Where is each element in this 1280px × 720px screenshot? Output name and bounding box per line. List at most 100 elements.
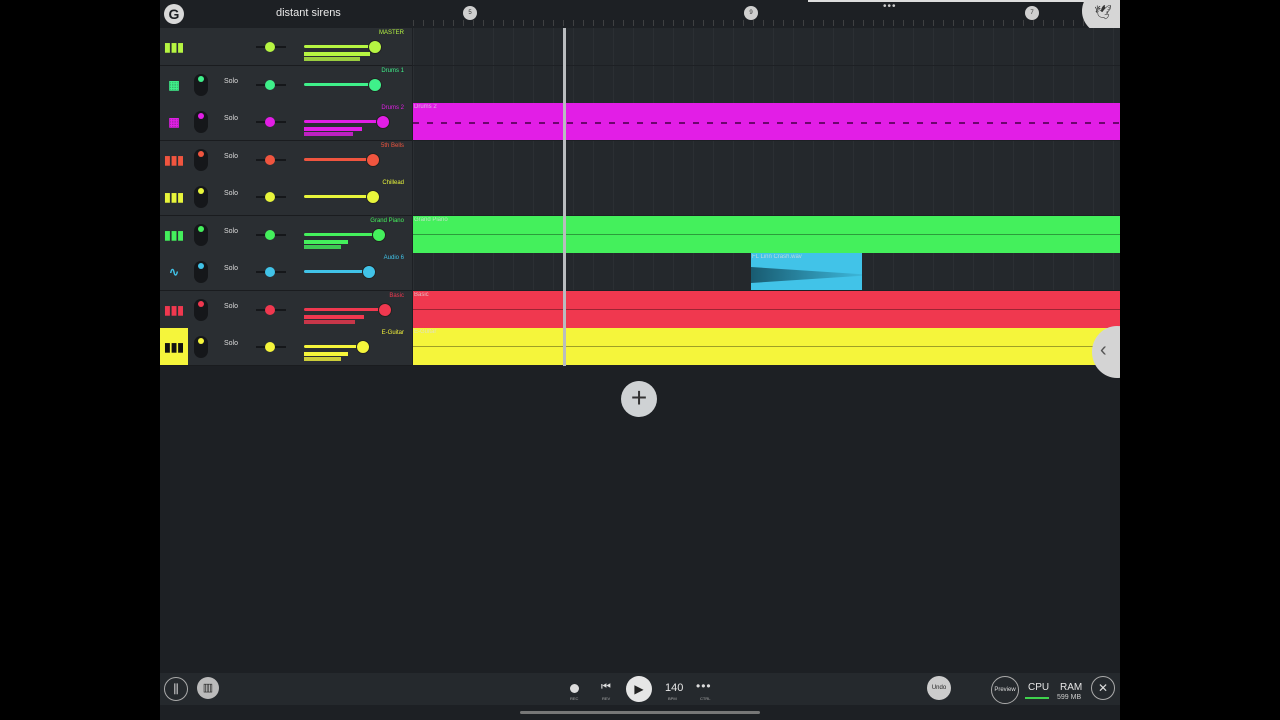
close-button[interactable]: ✕ [1091,676,1115,700]
volume-slider[interactable] [304,195,372,198]
more-icon[interactable]: ••• [883,1,897,12]
mute-toggle[interactable] [194,149,208,171]
record-button[interactable] [570,684,579,693]
drum-grid-icon[interactable]: ▦ [160,66,188,103]
track-header[interactable]: ▮▮▮ Solo Grand Piano [160,216,412,254]
volume-knob[interactable] [362,265,376,279]
ctrl-more-icon[interactable]: ••• [696,679,712,693]
volume-knob[interactable] [366,153,380,167]
track-header[interactable]: ▮▮▮ Solo Chillead [160,178,412,216]
undo-button[interactable]: Undo [927,676,951,700]
solo-button[interactable]: Solo [224,340,238,347]
volume-slider[interactable] [304,270,368,273]
track-header[interactable]: ▮▮▮ Solo E-Guitar [160,328,412,366]
solo-button[interactable]: Solo [224,115,238,122]
keys-icon[interactable]: ▮▮▮ [160,141,188,178]
pan-slider[interactable] [256,192,286,202]
pan-knob[interactable] [265,117,275,127]
volume-knob[interactable] [356,340,370,354]
pan-slider[interactable] [256,80,286,90]
track-header[interactable]: ∿ Solo Audio 6 [160,253,412,291]
timeline-ruler[interactable]: 5 ••• 9 7 [413,0,1120,28]
mute-toggle[interactable] [194,224,208,246]
ruler-marker[interactable]: 9 [744,6,758,20]
pan-slider[interactable] [256,342,286,352]
mute-toggle[interactable] [194,186,208,208]
keys-icon[interactable]: ▮▮▮ [160,178,188,215]
mute-toggle[interactable] [194,111,208,133]
pan-knob[interactable] [265,80,275,90]
volume-slider[interactable] [304,83,374,86]
solo-button[interactable]: Solo [224,265,238,272]
volume-knob[interactable] [372,228,386,242]
solo-button[interactable]: Solo [224,303,238,310]
pan-slider[interactable] [256,267,286,277]
drum-grid-icon[interactable]: ▦ [160,103,188,140]
pattern-clip[interactable]: Grand Piano [413,216,1120,253]
volume-knob[interactable] [376,115,390,129]
pan-slider[interactable] [256,155,286,165]
pan-knob[interactable] [265,192,275,202]
rewind-icon[interactable]: ⏮ [601,681,611,694]
pan-slider[interactable] [256,42,286,52]
volume-slider[interactable] [304,45,374,48]
volume-slider[interactable] [304,158,372,161]
solo-button[interactable]: Solo [224,78,238,85]
volume-knob[interactable] [368,40,382,54]
header-bar: G distant sirens 5 ••• 9 7 🕊 [160,0,1120,34]
pan-knob[interactable] [265,267,275,277]
ruler-marker[interactable]: 7 [1025,6,1039,20]
pan-slider[interactable] [256,305,286,315]
pattern-clip[interactable]: FL Linn Crash.wav [751,253,862,290]
volume-slider[interactable] [304,233,378,236]
pattern-clip[interactable]: Drums 2 [413,103,1120,140]
playlist[interactable]: Drums 2 Grand Piano FL Linn Crash.wav Basic… [413,28,1120,366]
play-button[interactable]: ▶ [626,676,652,702]
pan-knob[interactable] [265,230,275,240]
ruler-scroll-indicator[interactable] [808,0,1120,2]
playlist-lane[interactable] [413,66,1120,104]
solo-button[interactable]: Solo [224,190,238,197]
fl-logo-icon[interactable]: G [164,4,184,24]
mute-toggle[interactable] [194,261,208,283]
pan-knob[interactable] [265,342,275,352]
bpm-value[interactable]: 140 [665,682,683,694]
keys-icon[interactable]: ▮▮▮ [160,216,188,253]
pan-knob[interactable] [265,155,275,165]
playhead[interactable] [563,28,566,366]
pan-knob[interactable] [265,42,275,52]
pan-slider[interactable] [256,117,286,127]
waveform-icon[interactable]: ∿ [160,253,188,290]
preview-button[interactable]: Preview [991,676,1019,704]
solo-button[interactable]: Solo [224,153,238,160]
track-header[interactable]: ▮▮▮ Solo Basic [160,291,412,329]
solo-button[interactable]: Solo [224,228,238,235]
pan-slider[interactable] [256,230,286,240]
keys-icon[interactable]: ▮▮▮ [160,291,188,328]
mute-toggle[interactable] [194,299,208,321]
volume-slider[interactable] [304,308,384,311]
volume-knob[interactable] [378,303,392,317]
track-header[interactable]: ▦ Solo Drums 1 [160,66,412,104]
mixer-bars-icon[interactable]: ▮▮▮ [160,28,188,65]
mute-toggle[interactable] [194,336,208,358]
track-header[interactable]: ▦ Solo Drums 2 [160,103,412,141]
playlist-lane[interactable] [413,141,1120,179]
pan-knob[interactable] [265,305,275,315]
ruler-marker[interactable]: 5 [463,6,477,20]
pattern-clip[interactable]: E-Guitar [413,328,1120,365]
piano-roll-button[interactable]: ▥ [197,677,219,699]
piano-icon[interactable]: ▮▮▮ [160,328,188,365]
pattern-clip[interactable]: Basic [413,291,1120,328]
mixer-button[interactable]: ⫼ [164,677,188,701]
track-header[interactable]: ▮▮▮ MASTER [160,28,412,66]
volume-knob[interactable] [366,190,380,204]
playlist-lane[interactable] [413,28,1120,66]
mute-toggle[interactable] [194,74,208,96]
add-track-button[interactable]: + [621,381,657,417]
volume-knob[interactable] [368,78,382,92]
track-header[interactable]: ▮▮▮ Solo 5th Bells [160,141,412,179]
volume-slider[interactable] [304,345,362,348]
playlist-lane[interactable] [413,178,1120,216]
volume-slider[interactable] [304,120,382,123]
